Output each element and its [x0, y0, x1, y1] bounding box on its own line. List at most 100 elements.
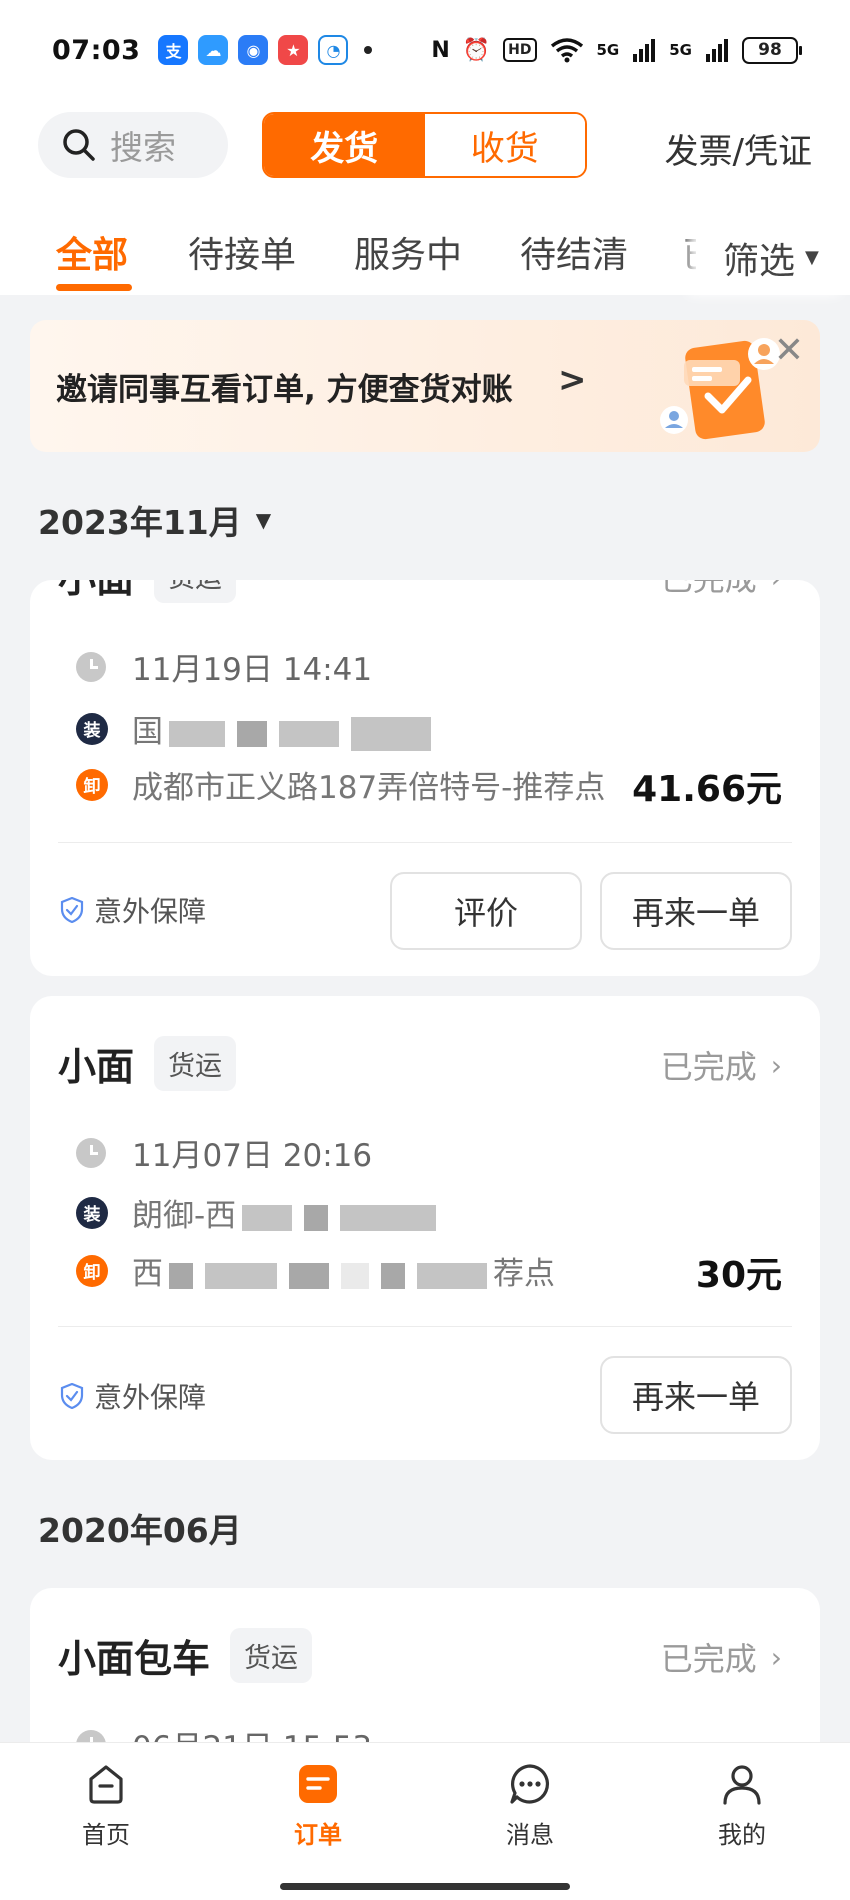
redacted-block — [351, 716, 431, 751]
review-button[interactable]: 评价 — [390, 872, 582, 950]
close-icon[interactable]: ✕ — [774, 330, 804, 371]
status-time: 07:03 — [52, 34, 141, 66]
redacted-block — [417, 1262, 487, 1289]
redacted-block — [381, 1262, 405, 1289]
hd-voice-icon: HD — [503, 38, 537, 62]
search-button[interactable]: 搜索 — [38, 112, 228, 178]
orders-icon — [299, 1765, 337, 1803]
message-bubble-icon — [510, 1764, 550, 1804]
signal-2-icon — [706, 39, 728, 62]
nav-label: 我的 — [718, 1821, 766, 1849]
insurance-label: 意外保障 — [94, 1381, 207, 1414]
service-tag: 货运 — [230, 1628, 313, 1683]
shared-orders-illustration — [660, 338, 780, 440]
reorder-button[interactable]: 再来一单 — [600, 1356, 792, 1434]
load-badge: 装 — [76, 712, 108, 745]
order-header: 小面 货运 — [58, 1036, 237, 1091]
order-time-row: 11月07日 20:16 — [76, 1130, 372, 1175]
home-indicator[interactable] — [280, 1883, 570, 1890]
tab-all[interactable]: 全部 — [56, 226, 128, 278]
chevron-right-icon: › — [770, 1048, 782, 1082]
load-address: 国 — [132, 706, 437, 751]
unload-badge: 卸 — [76, 768, 108, 801]
status-system-icons: N ⏰ HD 5G 5G 98 — [431, 36, 802, 64]
orders-header: 搜索 发货 收货 发票/凭证 全部 待接单 服务中 待结清 已取消 筛选 ▼ — [0, 100, 850, 295]
filter-label: 筛选 — [723, 240, 796, 282]
alipay-app-icon: 支 — [158, 35, 189, 65]
caret-down-icon: ▼ — [805, 247, 819, 268]
tab-pending-accept[interactable]: 待接单 — [188, 226, 296, 278]
redacted-block — [304, 1204, 329, 1231]
order-header: 小面 货运 — [58, 580, 237, 603]
redacted-block — [169, 720, 225, 747]
nav-home[interactable]: 首页 — [46, 1761, 166, 1850]
load-badge: 装 — [76, 1196, 108, 1229]
active-tab-indicator — [56, 284, 132, 291]
home-icon — [89, 1765, 123, 1804]
order-price: 30元 — [695, 1255, 782, 1296]
banner-text: 邀请同事互看订单, 方便查货对账 — [56, 372, 513, 408]
redacted-block — [341, 1262, 369, 1289]
redacted-block — [340, 1204, 437, 1231]
month-header-2020-06: 2020年06月 — [38, 1504, 242, 1552]
unload-address: 西 荐点 — [132, 1248, 555, 1293]
order-status[interactable]: 已完成 › — [661, 580, 782, 600]
order-status[interactable]: 已完成 › — [661, 1634, 782, 1680]
redacted-block — [242, 1204, 293, 1231]
search-placeholder: 搜索 — [110, 128, 176, 167]
insurance-badge[interactable]: 意外保障 — [60, 1376, 206, 1416]
order-card[interactable]: 小面 货运 已完成 › 11月19日 14:41 装 国 卸 成都市正义路187… — [30, 580, 820, 976]
wifi-icon — [550, 38, 583, 63]
nav-label: 首页 — [82, 1821, 130, 1849]
order-status[interactable]: 已完成 › — [661, 1042, 782, 1088]
nav-orders[interactable]: 订单 — [258, 1761, 378, 1850]
reorder-button[interactable]: 再来一单 — [600, 872, 792, 950]
load-address-row: 装 朗御-西 — [76, 1190, 442, 1235]
load-address-text: 国 — [132, 714, 163, 750]
signal-1-label: 5G — [596, 41, 620, 59]
chevron-right-icon: > — [558, 360, 587, 400]
tab-cancelled[interactable]: 已取消 — [682, 226, 696, 278]
card-divider — [58, 1326, 792, 1327]
card-divider — [58, 842, 792, 843]
unload-address-row: 卸 西 荐点 — [76, 1248, 555, 1293]
month-label: 2023年11月 — [38, 503, 242, 542]
nav-messages[interactable]: 消息 — [470, 1761, 590, 1850]
bottom-navigation: 首页 订单 消息 我的 — [0, 1742, 850, 1900]
invite-colleague-banner[interactable]: 邀请同事互看订单, 方便查货对账 > ✕ — [30, 320, 820, 452]
unload-badge: 卸 — [76, 1254, 108, 1287]
nfc-icon: N — [431, 37, 450, 63]
nav-label: 消息 — [506, 1821, 554, 1849]
load-address-row: 装 国 — [76, 706, 437, 751]
order-time: 11月19日 14:41 — [132, 652, 373, 688]
month-header-2023-11[interactable]: 2023年11月 ▼ — [38, 496, 271, 544]
status-tabs: 全部 待接单 服务中 待结清 已取消 筛选 ▼ — [0, 220, 850, 295]
load-address-text: 朗御-西 — [132, 1198, 237, 1234]
receive-orders-tab[interactable]: 收货 — [424, 114, 585, 176]
unload-address-row: 卸 成都市正义路187弄倍特号-推荐点 — [76, 762, 605, 807]
invoice-voucher-link[interactable]: 发票/凭证 — [665, 124, 812, 173]
unload-address-start: 西 — [132, 1256, 163, 1292]
unload-address: 成都市正义路187弄倍特号-推荐点 — [132, 770, 606, 806]
vehicle-type: 小面 — [58, 1045, 135, 1089]
send-orders-tab[interactable]: 发货 — [264, 114, 425, 176]
status-bar: 07:03 支 ☁ ◉ ★ ◔ N ⏰ HD 5G 5G 98 — [0, 0, 850, 100]
insurance-badge[interactable]: 意外保障 — [60, 890, 206, 930]
order-card[interactable]: 小面 货运 已完成 › 11月07日 20:16 装 朗御-西 卸 西 荐点 30… — [30, 996, 820, 1460]
tab-in-service[interactable]: 服务中 — [354, 226, 462, 278]
vehicle-type: 小面包车 — [58, 1637, 211, 1681]
filter-button[interactable]: 筛选 ▼ — [698, 220, 850, 295]
order-status-text: 已完成 — [660, 1048, 757, 1086]
service-tag: 货运 — [154, 580, 237, 603]
shopping-app-icon: ★ — [278, 35, 309, 65]
order-status-text: 已完成 — [661, 580, 757, 600]
redacted-block — [279, 720, 339, 747]
nav-profile[interactable]: 我的 — [682, 1761, 802, 1850]
chevron-right-icon: › — [770, 1640, 782, 1674]
order-time-row: 11月19日 14:41 — [76, 644, 372, 689]
tab-pending-settlement[interactable]: 待结清 — [520, 226, 628, 278]
redacted-block — [169, 1262, 193, 1289]
service-tag: 货运 — [154, 1036, 237, 1091]
shield-check-icon — [60, 897, 84, 923]
signal-2-label: 5G — [669, 41, 692, 59]
